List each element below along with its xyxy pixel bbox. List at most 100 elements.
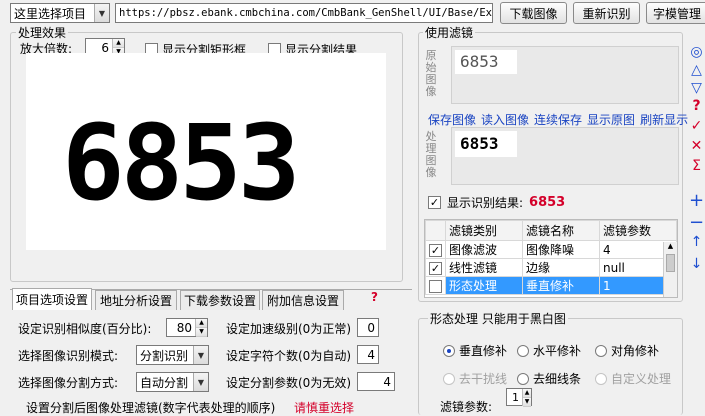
arrow-down-icon[interactable]: ↓ <box>689 256 705 278</box>
processed-image-box: 6853 <box>451 127 679 185</box>
mode-select[interactable]: 分割识别 ▼ <box>136 345 209 365</box>
table-header-param: 滤镜参数 <box>599 220 677 241</box>
processed-image-label: 处理图像 <box>425 130 437 179</box>
project-select-value: 这里选择项目 <box>14 6 87 21</box>
tab-address-analysis[interactable]: 地址分析设置 <box>95 290 177 310</box>
radio-horizontal-repair[interactable]: 水平修补 <box>517 342 581 359</box>
triangle-up-icon[interactable]: △ <box>689 62 705 80</box>
captcha-zoomed-text: 6853 <box>62 102 296 224</box>
tab-download-params[interactable]: 下载参数设置 <box>180 290 260 310</box>
load-image-link[interactable]: 读入图像 <box>481 111 529 128</box>
tab-project-options[interactable]: 项目选项设置 <box>12 288 92 310</box>
table-scrollbar[interactable]: ▲ <box>663 242 677 297</box>
radio-button[interactable] <box>595 344 607 357</box>
reidentify-button[interactable]: 重新识别 <box>573 2 640 24</box>
captcha-zoomed-image: 6853 <box>62 102 300 224</box>
radio-diagonal-repair[interactable]: 对角修补 <box>595 342 659 359</box>
sum-icon[interactable]: Σ <box>689 158 705 178</box>
row-checkbox-cell[interactable]: ✓ <box>425 276 446 295</box>
refresh-display-link[interactable]: 刷新显示 <box>640 111 688 128</box>
side-icon-bar: ◎ △ ▽ ? ✓ ✕ Σ + − ↑ ↓ <box>688 44 705 278</box>
radio-label: 去细线条 <box>533 372 582 386</box>
chevron-down-icon[interactable]: ▼ <box>193 346 208 364</box>
radio-button[interactable] <box>517 372 529 385</box>
spin-up-icon[interactable]: ▲ <box>113 39 124 48</box>
help-icon[interactable]: ? <box>689 98 705 118</box>
speed-stepper[interactable]: 0 <box>357 318 379 337</box>
table-row[interactable]: ✓ 线性滤镜 边缘 null <box>425 258 677 277</box>
mode-value: 分割识别 <box>140 348 189 363</box>
morph-param-stepper[interactable]: 1 ▲ ▼ <box>506 388 532 407</box>
similarity-stepper[interactable]: 80 ▲ ▼ <box>166 318 208 337</box>
row-category: 形态处理 <box>445 276 523 295</box>
row-checkbox-cell[interactable]: ✓ <box>425 258 446 277</box>
char-count-stepper[interactable]: 4 <box>357 345 379 364</box>
radio-remove-noise-lines[interactable]: 去干扰线 <box>443 370 507 387</box>
checkbox-box[interactable]: ✓ <box>429 261 442 275</box>
char-count-label: 设定字符个数(0为自动) <box>226 349 351 363</box>
table-row[interactable]: ✓ 图像滤波 图像降噪 4 <box>425 240 677 259</box>
spin-up-icon[interactable]: ▲ <box>523 388 531 398</box>
radio-vertical-repair[interactable]: 垂直修补 <box>443 342 507 359</box>
checkbox-box[interactable]: ✓ <box>428 196 441 209</box>
scroll-up-icon[interactable]: ▲ <box>664 242 677 250</box>
target-icon[interactable]: ◎ <box>689 44 705 62</box>
post-filter-label: 设置分割后图像处理滤镜(数字代表处理的顺序) <box>26 401 276 415</box>
spin-down-icon[interactable]: ▼ <box>196 328 207 337</box>
url-field[interactable]: https://pbsz.ebank.cmbchina.com/CmbBank_… <box>115 3 493 23</box>
radio-custom-process[interactable]: 自定义处理 <box>595 370 671 387</box>
check-icon[interactable]: ✓ <box>689 118 705 138</box>
split-method-label: 选择图像分割方式: <box>18 376 119 390</box>
split-param-field[interactable]: 4 <box>357 372 395 391</box>
continuous-save-link[interactable]: 连续保存 <box>534 111 582 128</box>
radio-button[interactable] <box>517 344 529 357</box>
close-icon[interactable]: ✕ <box>689 138 705 158</box>
original-image-label: 原始图像 <box>425 49 437 98</box>
checkbox-box[interactable]: ✓ <box>429 279 442 293</box>
radio-remove-thin-lines[interactable]: 去细线条 <box>517 370 581 387</box>
row-checkbox-cell[interactable]: ✓ <box>425 240 446 259</box>
help-icon[interactable]: ? <box>371 290 378 304</box>
spin-up-icon[interactable]: ▲ <box>196 319 207 328</box>
chevron-down-icon[interactable]: ▼ <box>193 373 208 391</box>
spin-down-icon[interactable]: ▼ <box>523 397 531 407</box>
table-row-selected[interactable]: ✓ 形态处理 垂直修补 1 <box>425 276 677 295</box>
project-select[interactable]: 这里选择项目 ▼ <box>10 3 110 23</box>
checkbox-box[interactable]: ✓ <box>429 243 442 257</box>
zoomed-captcha-canvas: 6853 <box>26 53 386 250</box>
radio-button[interactable] <box>443 372 455 385</box>
morph-note: 只能用于黑白图 <box>481 312 566 326</box>
split-method-select[interactable]: 自动分割 ▼ <box>136 372 209 392</box>
save-image-link[interactable]: 保存图像 <box>428 111 476 128</box>
download-image-button[interactable]: 下载图像 <box>500 2 567 24</box>
show-recognition-checkbox[interactable]: ✓ 显示识别结果: 6853 <box>428 194 565 211</box>
radio-button[interactable] <box>595 372 607 385</box>
chevron-down-icon[interactable]: ▼ <box>94 4 109 22</box>
speed-value: 0 <box>367 320 375 335</box>
row-name: 图像降噪 <box>522 240 600 259</box>
triangle-down-icon[interactable]: ▽ <box>689 80 705 98</box>
morph-param-label: 滤镜参数: <box>440 400 493 414</box>
radio-button[interactable] <box>443 344 455 357</box>
tab-extra-info[interactable]: 附加信息设置 <box>262 290 344 310</box>
url-field-value: https://pbsz.ebank.cmbchina.com/CmbBank_… <box>119 7 492 19</box>
plus-icon[interactable]: + <box>689 190 705 212</box>
char-model-button[interactable]: 字模管理 <box>646 2 705 24</box>
show-original-link[interactable]: 显示原图 <box>587 111 635 128</box>
row-name: 边缘 <box>522 258 600 277</box>
morph-param-value: 1 <box>512 390 519 404</box>
similarity-value: 80 <box>176 320 192 335</box>
char-count-value: 4 <box>367 347 375 362</box>
morph-title-row: 形态处理 只能用于黑白图 <box>428 310 568 327</box>
split-method-value: 自动分割 <box>140 375 189 390</box>
table-header-name: 滤镜名称 <box>522 220 600 241</box>
minus-icon[interactable]: − <box>689 212 705 234</box>
scroll-thumb[interactable] <box>666 254 675 272</box>
radio-label: 水平修补 <box>533 344 582 358</box>
row-category: 线性滤镜 <box>445 258 523 277</box>
radio-label: 对角修补 <box>611 344 660 358</box>
arrow-up-icon[interactable]: ↑ <box>689 234 705 256</box>
row-name: 垂直修补 <box>522 276 600 295</box>
speed-label: 设定加速级别(0为正常) <box>226 322 351 336</box>
table-header-check <box>425 220 446 241</box>
